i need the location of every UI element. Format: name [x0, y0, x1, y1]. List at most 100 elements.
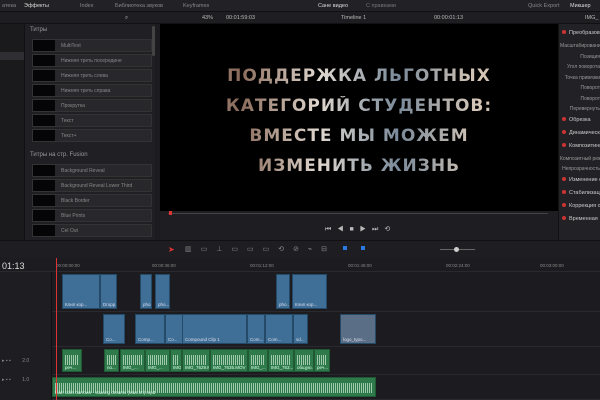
marker-color-icon[interactable] — [361, 246, 365, 250]
a2-level: 1.0 — [22, 377, 30, 383]
enable-toggle[interactable] — [562, 176, 566, 181]
effect-item[interactable]: Background Reveal — [32, 164, 152, 177]
effect-item[interactable]: Black Border — [32, 194, 152, 207]
timeline-clip[interactable]: Клип кор... — [62, 274, 100, 309]
inspector-label: Непрозрачность — [562, 166, 600, 172]
timeline-clip[interactable]: IMG_7629.M... — [182, 349, 210, 372]
effect-item[interactable]: Текст+ — [32, 129, 152, 142]
inspector-section[interactable]: Изменение скорости — [562, 176, 600, 183]
tab-keyframes[interactable]: Keyframes — [183, 3, 209, 9]
title-line: ВМЕСТЕ МЫ МОЖЕМ — [160, 126, 558, 146]
scrollbar[interactable] — [152, 26, 155, 56]
effect-item[interactable]: Нижняя треть справа — [32, 84, 152, 97]
section-title[interactable]: Титры — [30, 27, 47, 33]
effect-item[interactable]: MultiText — [32, 39, 152, 52]
timeline-ruler[interactable]: 01:13 00:00:00:00 00:00:36:00 00:01:12:00 0… — [0, 258, 600, 272]
playback-buttons[interactable]: ⏮◀■▶⏭⟲ — [325, 225, 396, 234]
tab-sound-library[interactable]: Библиотека звуков — [115, 3, 163, 9]
ruler-tick: 00:00:36:00 — [152, 263, 176, 268]
timeline-clip[interactable]: IMG_7635.MOV — [210, 349, 248, 372]
inspector-section[interactable]: Обрезка — [562, 116, 591, 123]
tab-index[interactable]: Index — [80, 3, 93, 9]
enable-toggle[interactable] — [562, 215, 566, 220]
inspector-section[interactable]: Динамический зум — [562, 129, 600, 136]
effect-label: Текст+ — [61, 133, 77, 139]
enable-toggle[interactable] — [562, 189, 566, 194]
enable-toggle[interactable] — [562, 30, 566, 34]
timeline-clip[interactable]: IMG_763... — [268, 349, 294, 372]
effect-item[interactable]: Текст — [32, 114, 152, 127]
timeline-clip[interactable]: peч... — [314, 349, 330, 372]
edit-status: С правками — [366, 3, 396, 9]
inspector-param: Композитный режим — [560, 156, 600, 162]
timeline-clip[interactable]: Клип кор... — [292, 274, 327, 309]
timeline-clip[interactable]: logo_typo... — [340, 314, 376, 344]
inspector-param: Непрозрачность — [560, 166, 600, 172]
waveform — [65, 355, 79, 365]
effect-item[interactable]: Background Reveal Lower Third — [32, 179, 152, 192]
timeline-clip[interactable]: IMG_... — [120, 349, 145, 372]
mixer-tab[interactable]: Микшер — [570, 3, 591, 9]
tab-effects[interactable]: Эффекты — [24, 3, 49, 9]
inspector-section[interactable]: Стабилизация — [562, 189, 600, 196]
timeline-clip[interactable]: peч... — [62, 349, 82, 372]
clip-label: Клип кор... — [65, 302, 88, 307]
effect-thumbnail — [33, 225, 55, 236]
timeline-clip[interactable]: Co... — [165, 314, 183, 344]
section-title[interactable]: Титры на стр. Fusion — [30, 152, 88, 158]
ruler-tick: 00:02:24:00 — [446, 263, 470, 268]
effect-thumbnail — [33, 100, 55, 111]
inspector-param: Поворот — [560, 96, 600, 102]
timeline-clip[interactable]: pho... — [140, 274, 152, 309]
zoom-level[interactable]: 43% — [202, 15, 213, 21]
effect-item[interactable]: Прокрутка — [32, 99, 152, 112]
timeline-clip[interactable]: Compound Clip 1 — [182, 314, 247, 344]
effect-item[interactable]: Blue Prints — [32, 209, 152, 222]
quick-export-button[interactable]: Quick Export — [528, 3, 559, 9]
timeline-clip[interactable]: Lian colin barrows - soaring dreams (Mus… — [52, 377, 376, 397]
edit-tools[interactable]: ▥▭⊥▭▭▭⟲⊘⌁⊟ — [185, 245, 336, 253]
inspector-section[interactable]: Коррекция объектива — [562, 202, 600, 209]
timeline-clip[interactable]: IMG_... — [170, 349, 182, 372]
video-viewer[interactable]: ПОДДЕРЖКА ЛЬГОТНЫХ КАТЕГОРИЙ СТУДЕНТОВ: … — [160, 24, 558, 211]
enable-toggle[interactable] — [562, 142, 566, 147]
zoom-slider[interactable] — [440, 247, 475, 252]
selection-tool-icon[interactable]: ➤ — [168, 245, 175, 254]
effect-item[interactable]: Нижняя треть посередине — [32, 54, 152, 67]
timeline-clip[interactable]: no... — [104, 349, 119, 372]
tab-media[interactable]: атека — [2, 3, 16, 9]
timeline-clip[interactable]: sd... — [293, 314, 308, 344]
enable-toggle[interactable] — [562, 202, 566, 207]
timeline-clip[interactable]: Com... — [265, 314, 293, 344]
effect-item[interactable]: Cel Out — [32, 224, 152, 237]
effect-label: Background Reveal — [61, 168, 105, 174]
timeline-clip[interactable]: Com... — [247, 314, 265, 344]
effect-thumbnail — [33, 70, 55, 81]
timeline-clip[interactable]: Co... — [103, 314, 125, 344]
waveform — [173, 355, 179, 365]
effect-label: Black Border — [61, 198, 90, 204]
timeline-clip[interactable]: Dropp... — [100, 274, 117, 309]
timeline-clip[interactable]: pho... — [276, 274, 290, 309]
inspector-section[interactable]: Преобразование — [562, 30, 600, 36]
playhead[interactable] — [56, 258, 57, 400]
timeline-clip[interactable]: Comp... — [135, 314, 165, 344]
effect-item[interactable]: Нижняя треть слева — [32, 69, 152, 82]
timeline-clip[interactable]: pho... — [155, 274, 170, 309]
enable-toggle[interactable] — [562, 116, 566, 121]
search-icon[interactable]: ⌕ — [125, 15, 128, 22]
inspector-section[interactable]: Композитинг — [562, 142, 600, 149]
waveform — [213, 355, 245, 365]
timeline-clip[interactable]: IMG_... — [248, 349, 268, 372]
timeline-clip[interactable]: IMG_... — [145, 349, 170, 372]
timeline-duration: 00:01:59:03 — [226, 15, 256, 21]
inspector-section[interactable]: Временная — [562, 215, 598, 222]
flag-color-icon[interactable] — [343, 246, 347, 250]
waveform — [251, 355, 265, 365]
clip-label: Co... — [106, 337, 116, 342]
timeline-clip[interactable]: общую... — [294, 349, 314, 372]
video-track-1: Co... Comp... Co... Compound Clip 1 Com... Co… — [52, 312, 600, 347]
inspector-param: Масштабирование — [560, 43, 600, 49]
enable-toggle[interactable] — [562, 129, 566, 134]
timeline-selector[interactable]: Timeline 1 — [341, 15, 366, 21]
